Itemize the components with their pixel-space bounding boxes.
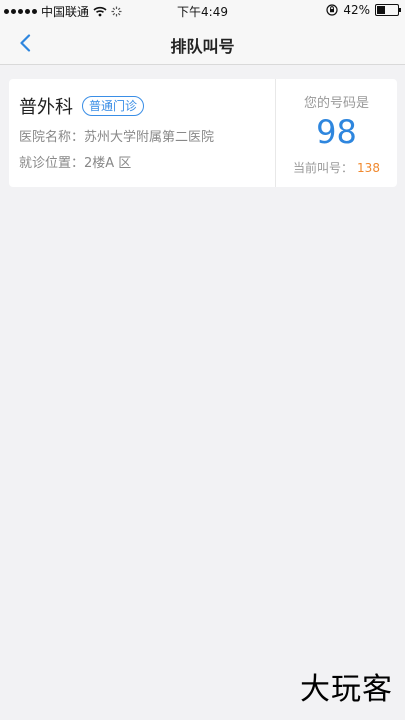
current-call: 当前叫号： 138 <box>276 159 397 176</box>
orientation-lock-icon <box>326 4 338 16</box>
navigation-bar: 排队叫号 <box>0 22 405 65</box>
status-bar: 中国联通 下午4:49 42% <box>0 0 405 22</box>
watermark-logo: 大玩客 <box>300 672 393 707</box>
queue-card: 普外科 普通门诊 医院名称：苏州大学附属第二医院 就诊位置：2楼A 区 您的号码… <box>9 79 397 187</box>
status-right: 42% <box>326 3 401 17</box>
battery-icon <box>375 4 401 16</box>
card-info: 普外科 普通门诊 医院名称：苏州大学附属第二医院 就诊位置：2楼A 区 <box>19 93 274 171</box>
department-name: 普外科 <box>19 97 73 118</box>
number-panel: 您的号码是 98 当前叫号： 138 <box>276 79 397 187</box>
clinic-type-badge: 普通门诊 <box>82 96 145 116</box>
battery-fill <box>377 6 386 14</box>
department-row: 普外科 普通门诊 <box>19 93 274 119</box>
current-call-value: 138 <box>357 161 380 175</box>
your-number-label: 您的号码是 <box>303 96 369 111</box>
hospital-name: 医院名称：苏州大学附属第二医院 <box>19 130 215 145</box>
visit-location: 就诊位置：2楼A 区 <box>19 156 132 171</box>
battery-percent: 42% <box>343 3 370 17</box>
your-number: 98 <box>316 113 357 151</box>
page-title: 排队叫号 <box>170 37 235 56</box>
current-call-label: 当前叫号： <box>293 161 354 175</box>
